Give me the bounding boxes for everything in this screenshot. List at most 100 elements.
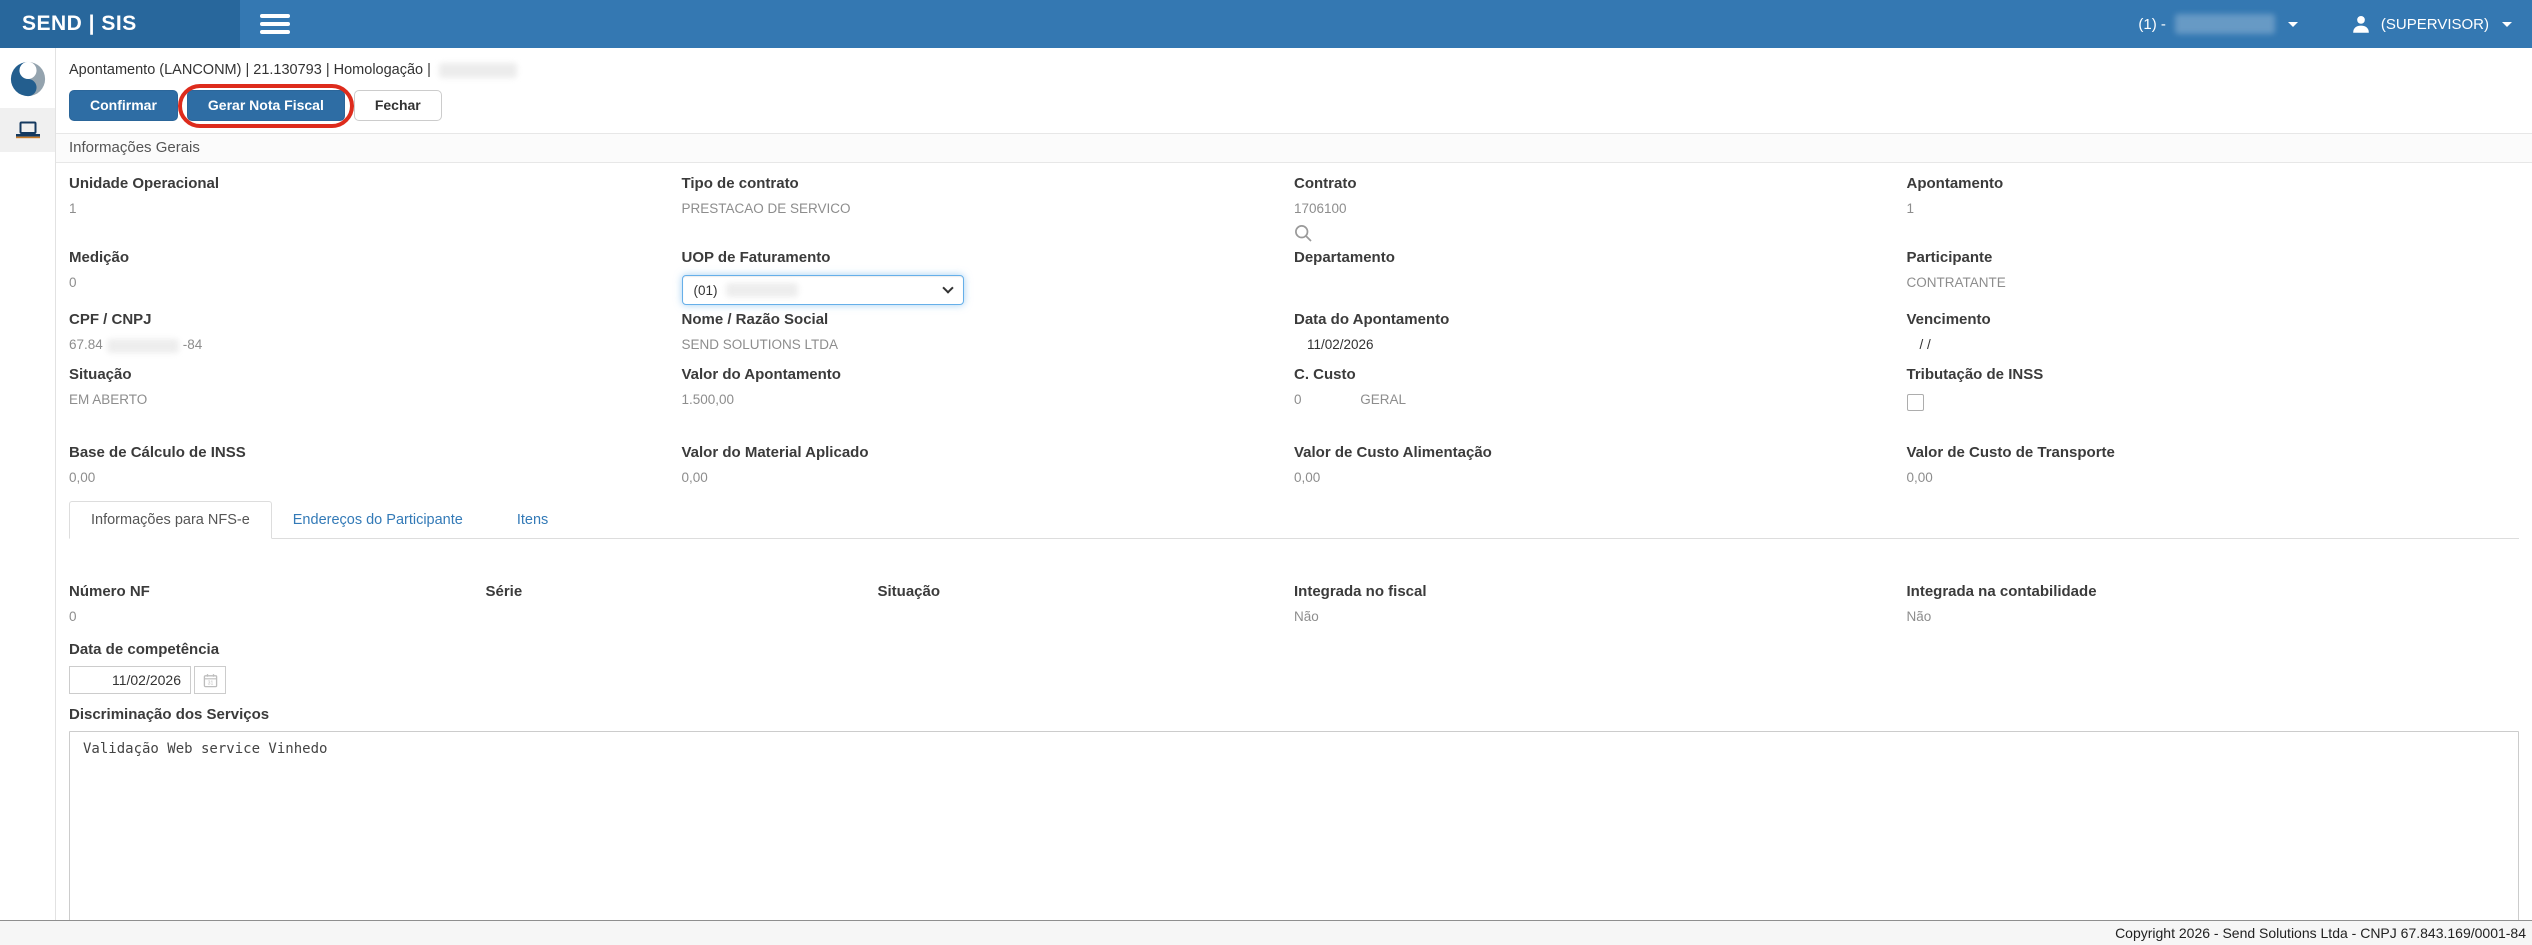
redacted-option-text bbox=[725, 283, 798, 298]
company-selector[interactable]: (1) - bbox=[2138, 14, 2298, 34]
competencia-date-input[interactable] bbox=[69, 666, 191, 695]
field-cpf-cnpj: CPF / CNPJ 67.84 -84 bbox=[69, 311, 682, 354]
tab-informacoes-nfse[interactable]: Informações para NFS-e bbox=[69, 501, 272, 540]
field-discriminacao-servicos: Discriminação dos Serviços Validação Web… bbox=[69, 706, 2519, 920]
redacted-cnpj-digits bbox=[106, 338, 179, 353]
topbar-right: (1) - (SUPERVISOR) bbox=[2138, 13, 2532, 35]
main-content: Apontamento (LANCONM) | 21.130793 | Homo… bbox=[56, 48, 2532, 920]
field-participante: Participante CONTRATANTE bbox=[1907, 249, 2520, 305]
field-data-apontamento: Data do Apontamento 11/02/2026 bbox=[1294, 311, 1907, 354]
field-label: Data do Apontamento bbox=[1294, 311, 1450, 329]
field-label: Valor de Custo Alimentação bbox=[1294, 444, 1492, 462]
field-label: Departamento bbox=[1294, 249, 1395, 267]
topbar: SEND | SIS (1) - (SUPERVISOR) bbox=[0, 0, 2532, 48]
field-value: 1 bbox=[69, 201, 77, 217]
footer: Copyright 2026 - Send Solutions Ltda - C… bbox=[0, 920, 2532, 945]
inss-taxation-checkbox[interactable] bbox=[1906, 394, 1924, 412]
field-value: Não bbox=[1294, 609, 1319, 625]
field-c-custo: C. Custo 0 GERAL bbox=[1294, 366, 1907, 416]
cost-center-description: GERAL bbox=[1360, 392, 1407, 408]
chevron-down-icon bbox=[2502, 21, 2512, 27]
breadcrumb-text: Apontamento (LANCONM) | 21.130793 | Homo… bbox=[69, 62, 431, 78]
menu-toggle-button[interactable] bbox=[254, 8, 296, 40]
field-uop-faturamento: UOP de Faturamento (01) bbox=[681, 249, 1295, 306]
selected-option-label: (01) bbox=[693, 282, 718, 298]
field-base-calculo-inss: Base de Cálculo de INSS 0,00 bbox=[69, 444, 682, 487]
app-brand[interactable]: SEND | SIS bbox=[0, 0, 240, 48]
field-label: Valor do Material Aplicado bbox=[681, 444, 869, 462]
breadcrumb: Apontamento (LANCONM) | 21.130793 | Homo… bbox=[56, 48, 2532, 78]
cost-center-code: 0 bbox=[1294, 392, 1302, 408]
tab-itens[interactable]: Itens bbox=[496, 502, 569, 538]
app-window: SEND | SIS (1) - (SUPERVISOR) Apontament… bbox=[0, 0, 2532, 945]
field-value: 0,00 bbox=[1906, 470, 1933, 486]
field-value: Não bbox=[1906, 609, 1932, 625]
field-label: Participante bbox=[1906, 249, 1993, 267]
field-tributacao-inss: Tributação de INSS bbox=[1906, 366, 2520, 416]
field-value bbox=[486, 609, 878, 626]
field-value: 1.500,00 bbox=[681, 392, 735, 408]
field-data-competencia: Data de competência 31 bbox=[69, 641, 2519, 695]
field-label: Nome / Razão Social bbox=[681, 311, 829, 329]
field-label: Integrada na contabilidade bbox=[1906, 583, 2097, 601]
field-custo-alimentacao: Valor de Custo Alimentação 0,00 bbox=[1294, 444, 1907, 487]
field-label: Valor de Custo de Transporte bbox=[1906, 444, 2115, 462]
field-value: 0,00 bbox=[69, 470, 96, 486]
contract-lookup-button[interactable] bbox=[1294, 224, 1313, 243]
field-value: 1 bbox=[1906, 201, 1915, 217]
cnpj-prefix: 67.84 bbox=[69, 337, 103, 353]
sidebar-item-workstation[interactable] bbox=[0, 108, 55, 152]
nfse-tab-panel: Número NF 0 Série Situação Integrada no … bbox=[56, 539, 2532, 920]
close-button[interactable]: Fechar bbox=[353, 90, 442, 122]
field-value: 0 bbox=[69, 275, 77, 291]
field-valor-apontamento: Valor do Apontamento 1.500,00 bbox=[682, 366, 1295, 416]
field-nome-razao-social: Nome / Razão Social SEND SOLUTIONS LTDA bbox=[682, 311, 1295, 354]
user-role-label: (SUPERVISOR) bbox=[2380, 15, 2489, 33]
field-label: Valor do Apontamento bbox=[681, 366, 841, 384]
field-value: 1706100 bbox=[1294, 201, 1347, 217]
chevron-down-icon bbox=[2287, 21, 2298, 27]
field-apontamento: Apontamento 1 bbox=[1907, 175, 2520, 243]
section-title: Informações Gerais bbox=[56, 133, 2532, 164]
field-medicao: Medição 0 bbox=[69, 249, 682, 305]
redacted-breadcrumb-segment bbox=[438, 62, 517, 78]
field-value: SEND SOLUTIONS LTDA bbox=[681, 337, 839, 353]
user-menu[interactable]: (SUPERVISOR) bbox=[2350, 13, 2512, 35]
generate-invoice-button[interactable]: Gerar Nota Fiscal bbox=[186, 90, 345, 122]
field-situacao: Situação EM ABERTO bbox=[69, 366, 682, 416]
field-label: Situação bbox=[69, 366, 132, 384]
user-icon bbox=[2350, 13, 2372, 35]
field-value: 0 GERAL bbox=[1294, 392, 1883, 409]
field-label: Apontamento bbox=[1906, 175, 2004, 193]
field-label: Medição bbox=[69, 249, 130, 267]
toolbar: Confirmar Gerar Nota Fiscal Fechar bbox=[69, 84, 2519, 129]
field-value: 11/02/2026 bbox=[1307, 337, 1374, 353]
field-label: Situação bbox=[877, 583, 941, 601]
calendar-button[interactable]: 31 bbox=[194, 666, 226, 695]
service-description-textarea[interactable]: Validação Web service Vinhedo bbox=[69, 731, 2519, 920]
nfse-fields-row: Número NF 0 Série Situação Integrada no … bbox=[69, 583, 2519, 626]
field-label: Data de competência bbox=[69, 641, 220, 659]
field-label: Tipo de contrato bbox=[681, 175, 799, 193]
field-label: Tributação de INSS bbox=[1906, 366, 2044, 384]
confirm-button[interactable]: Confirmar bbox=[69, 90, 178, 122]
field-label: Integrada no fiscal bbox=[1294, 583, 1427, 601]
field-integrada-fiscal: Integrada no fiscal Não bbox=[1294, 583, 1907, 626]
tab-bar: Informações para NFS-e Endereços do Part… bbox=[69, 501, 2519, 540]
uop-faturamento-select[interactable]: (01) bbox=[681, 275, 964, 306]
tab-enderecos-participante[interactable]: Endereços do Participante bbox=[272, 502, 484, 538]
field-unidade-operacional: Unidade Operacional 1 bbox=[69, 175, 682, 243]
field-label: Número NF bbox=[69, 583, 150, 601]
copyright-text: Copyright 2026 - Send Solutions Ltda - C… bbox=[2115, 925, 2526, 941]
field-label: Discriminação dos Serviços bbox=[69, 706, 270, 724]
field-value: / / bbox=[1919, 337, 1931, 353]
company-prefix-label: (1) - bbox=[2138, 15, 2166, 33]
field-label: C. Custo bbox=[1294, 366, 1356, 384]
field-value: CONTRATANTE bbox=[1906, 275, 2006, 291]
field-numero-nf: Número NF 0 bbox=[69, 583, 486, 626]
field-contrato: Contrato 1706100 bbox=[1294, 175, 1907, 243]
svg-text:31: 31 bbox=[207, 681, 213, 687]
company-logo-icon bbox=[9, 60, 47, 98]
field-vencimento: Vencimento / / bbox=[1907, 311, 2520, 354]
cnpj-suffix: -84 bbox=[182, 337, 203, 353]
